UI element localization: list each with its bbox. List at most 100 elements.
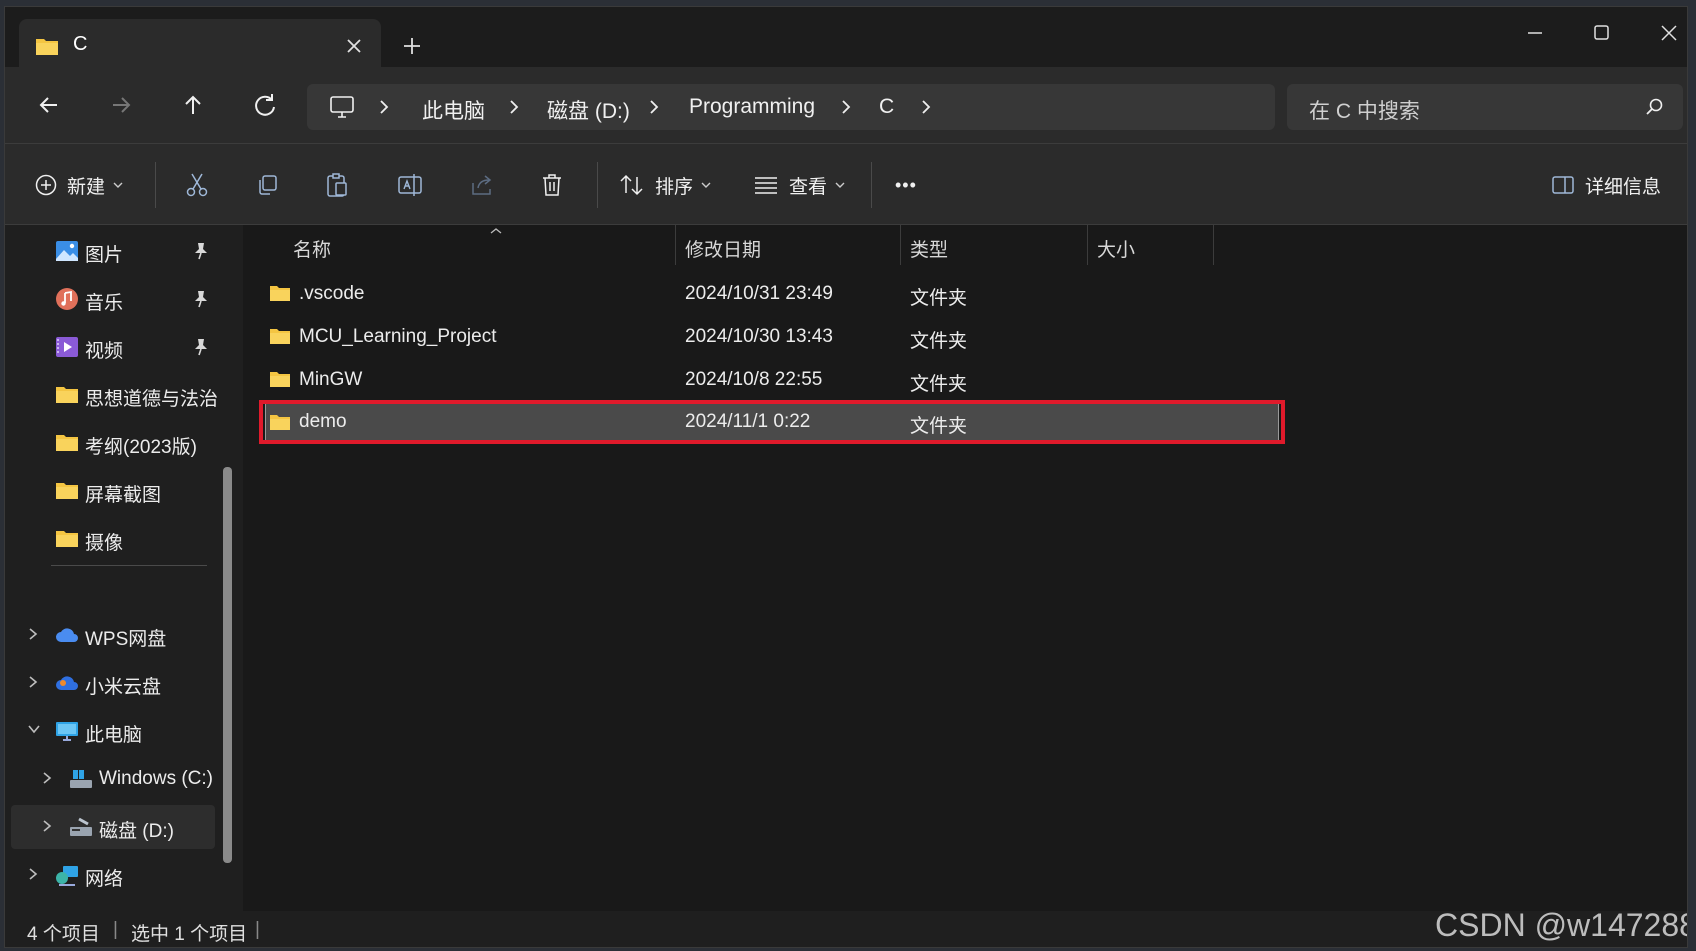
table-row[interactable]: MinGW 2024/10/8 22:55 文件夹 bbox=[259, 360, 1275, 400]
status-divider: | bbox=[255, 919, 260, 940]
table-row[interactable]: .vscode 2024/10/31 23:49 文件夹 bbox=[259, 274, 1275, 314]
breadcrumb-drive-d[interactable]: 磁盘 (D:) bbox=[547, 95, 630, 125]
rename-icon bbox=[398, 174, 422, 196]
drive-d-icon bbox=[70, 817, 92, 836]
tab-c[interactable]: C bbox=[19, 19, 381, 71]
sort-button[interactable]: 排序 bbox=[619, 166, 711, 204]
details-pane-button[interactable]: 详细信息 bbox=[1551, 166, 1661, 204]
column-divider[interactable] bbox=[1213, 225, 1214, 265]
close-window-button[interactable] bbox=[1639, 11, 1688, 55]
column-divider[interactable] bbox=[900, 225, 901, 265]
navigation-row: 此电脑 磁盘 (D:) Programming C 在 C 中搜索 bbox=[5, 67, 1687, 143]
search-input[interactable]: 在 C 中搜索 bbox=[1287, 84, 1683, 130]
sidebar-scrollbar[interactable] bbox=[223, 467, 232, 863]
sidebar-item-drive-d[interactable]: 磁盘 (D:) bbox=[11, 805, 215, 849]
highlight-box bbox=[259, 400, 1285, 444]
paste-button[interactable] bbox=[325, 166, 349, 204]
chevron-down-icon[interactable] bbox=[27, 723, 41, 735]
file-name: .vscode bbox=[299, 283, 365, 304]
sidebar-item-videos[interactable]: 视频 bbox=[5, 325, 215, 369]
breadcrumb-programming[interactable]: Programming bbox=[689, 95, 815, 119]
close-tab-icon[interactable] bbox=[339, 31, 369, 61]
pin-icon[interactable] bbox=[193, 242, 209, 260]
chevron-right-icon[interactable] bbox=[377, 99, 391, 115]
breadcrumb-c[interactable]: C bbox=[879, 95, 894, 119]
minimize-button[interactable] bbox=[1505, 11, 1565, 55]
address-bar[interactable]: 此电脑 磁盘 (D:) Programming C bbox=[307, 84, 1275, 130]
column-header-size[interactable]: 大小 bbox=[1097, 235, 1135, 262]
sidebar-item-label: 小米云盘 bbox=[85, 677, 162, 698]
details-pane-icon bbox=[1552, 176, 1574, 194]
watermark: CSDN @w147288 bbox=[1435, 907, 1688, 943]
folder-icon bbox=[56, 531, 78, 547]
refresh-button[interactable] bbox=[245, 85, 285, 125]
sidebar-item-label: 图片 bbox=[85, 245, 124, 266]
copy-icon bbox=[259, 175, 277, 195]
column-header-date[interactable]: 修改日期 bbox=[685, 235, 761, 262]
folder-icon bbox=[270, 372, 290, 387]
view-button-label: 查看 bbox=[789, 176, 828, 198]
sidebar-item-folder[interactable]: 摄像 bbox=[5, 517, 215, 561]
sidebar-item-label: 视频 bbox=[85, 341, 124, 362]
chevron-right-icon[interactable] bbox=[27, 675, 39, 689]
chevron-right-icon[interactable] bbox=[27, 627, 39, 641]
share-button[interactable] bbox=[469, 166, 495, 204]
maximize-button[interactable] bbox=[1571, 11, 1631, 55]
drive-c-icon bbox=[70, 770, 92, 788]
sidebar-item-label: 屏幕截图 bbox=[85, 485, 162, 506]
pin-icon[interactable] bbox=[193, 290, 209, 308]
copy-button[interactable] bbox=[255, 166, 279, 204]
toolbar-divider bbox=[871, 162, 872, 208]
chevron-right-icon[interactable] bbox=[919, 99, 933, 115]
column-header-type[interactable]: 类型 bbox=[910, 235, 948, 262]
sidebar-item-folder[interactable]: 思想道德与法治 bbox=[5, 373, 219, 417]
chevron-right-icon[interactable] bbox=[839, 99, 853, 115]
sidebar-item-music[interactable]: 音乐 bbox=[5, 277, 215, 321]
sidebar-item-label: 磁盘 (D:) bbox=[99, 821, 174, 842]
chevron-right-icon[interactable] bbox=[647, 99, 661, 115]
breadcrumb-this-pc[interactable]: 此电脑 bbox=[422, 95, 485, 125]
file-name: MCU_Learning_Project bbox=[299, 326, 497, 347]
new-tab-button[interactable] bbox=[397, 31, 427, 61]
column-header-name[interactable]: 名称 bbox=[293, 235, 331, 262]
wps-cloud-icon bbox=[56, 628, 78, 642]
chevron-down-icon bbox=[701, 182, 711, 188]
search-icon[interactable] bbox=[1645, 97, 1665, 117]
new-button-label: 新建 bbox=[67, 176, 106, 198]
sidebar-item-folder[interactable]: 考纲(2023版) bbox=[5, 421, 215, 465]
cut-button[interactable] bbox=[185, 166, 209, 204]
sidebar-item-pictures[interactable]: 图片 bbox=[5, 229, 215, 273]
search-placeholder: 在 C 中搜索 bbox=[1309, 100, 1420, 123]
sidebar-item-folder[interactable]: 屏幕截图 bbox=[5, 469, 215, 513]
column-divider[interactable] bbox=[675, 225, 676, 265]
up-button[interactable] bbox=[173, 85, 213, 125]
chevron-right-icon[interactable] bbox=[41, 771, 53, 785]
view-button[interactable]: 查看 bbox=[753, 166, 845, 204]
chevron-right-icon[interactable] bbox=[27, 867, 39, 881]
forward-button[interactable] bbox=[101, 85, 141, 125]
sidebar-item-label: 思想道德与法治 bbox=[85, 389, 219, 410]
table-row[interactable]: MCU_Learning_Project 2024/10/30 13:43 文件… bbox=[259, 317, 1275, 357]
share-icon bbox=[472, 175, 492, 195]
sidebar-item-xiaomi-cloud[interactable]: 小米云盘 bbox=[5, 661, 215, 705]
chevron-right-icon[interactable] bbox=[507, 99, 521, 115]
sidebar-item-drive-c[interactable]: Windows (C:) bbox=[5, 757, 215, 801]
sidebar-item-network[interactable]: 网络 bbox=[5, 853, 215, 897]
chevron-right-icon[interactable] bbox=[41, 819, 53, 833]
chevron-down-icon bbox=[835, 182, 845, 188]
pin-icon[interactable] bbox=[193, 338, 209, 356]
folder-icon bbox=[270, 286, 290, 301]
more-options-button[interactable]: ••• bbox=[895, 166, 917, 204]
sidebar-item-this-pc[interactable]: 此电脑 bbox=[5, 709, 215, 753]
back-button[interactable] bbox=[29, 85, 69, 125]
file-type: 文件夹 bbox=[910, 331, 968, 352]
file-name: MinGW bbox=[299, 369, 363, 390]
sidebar-item-wps-cloud[interactable]: WPS网盘 bbox=[5, 613, 215, 657]
column-divider[interactable] bbox=[1087, 225, 1088, 265]
new-button[interactable]: 新建 bbox=[35, 166, 123, 204]
rename-button[interactable] bbox=[397, 166, 423, 204]
delete-button[interactable] bbox=[541, 166, 563, 204]
sort-button-label: 排序 bbox=[655, 176, 694, 198]
sort-icon bbox=[620, 174, 643, 196]
folder-icon bbox=[56, 435, 78, 451]
